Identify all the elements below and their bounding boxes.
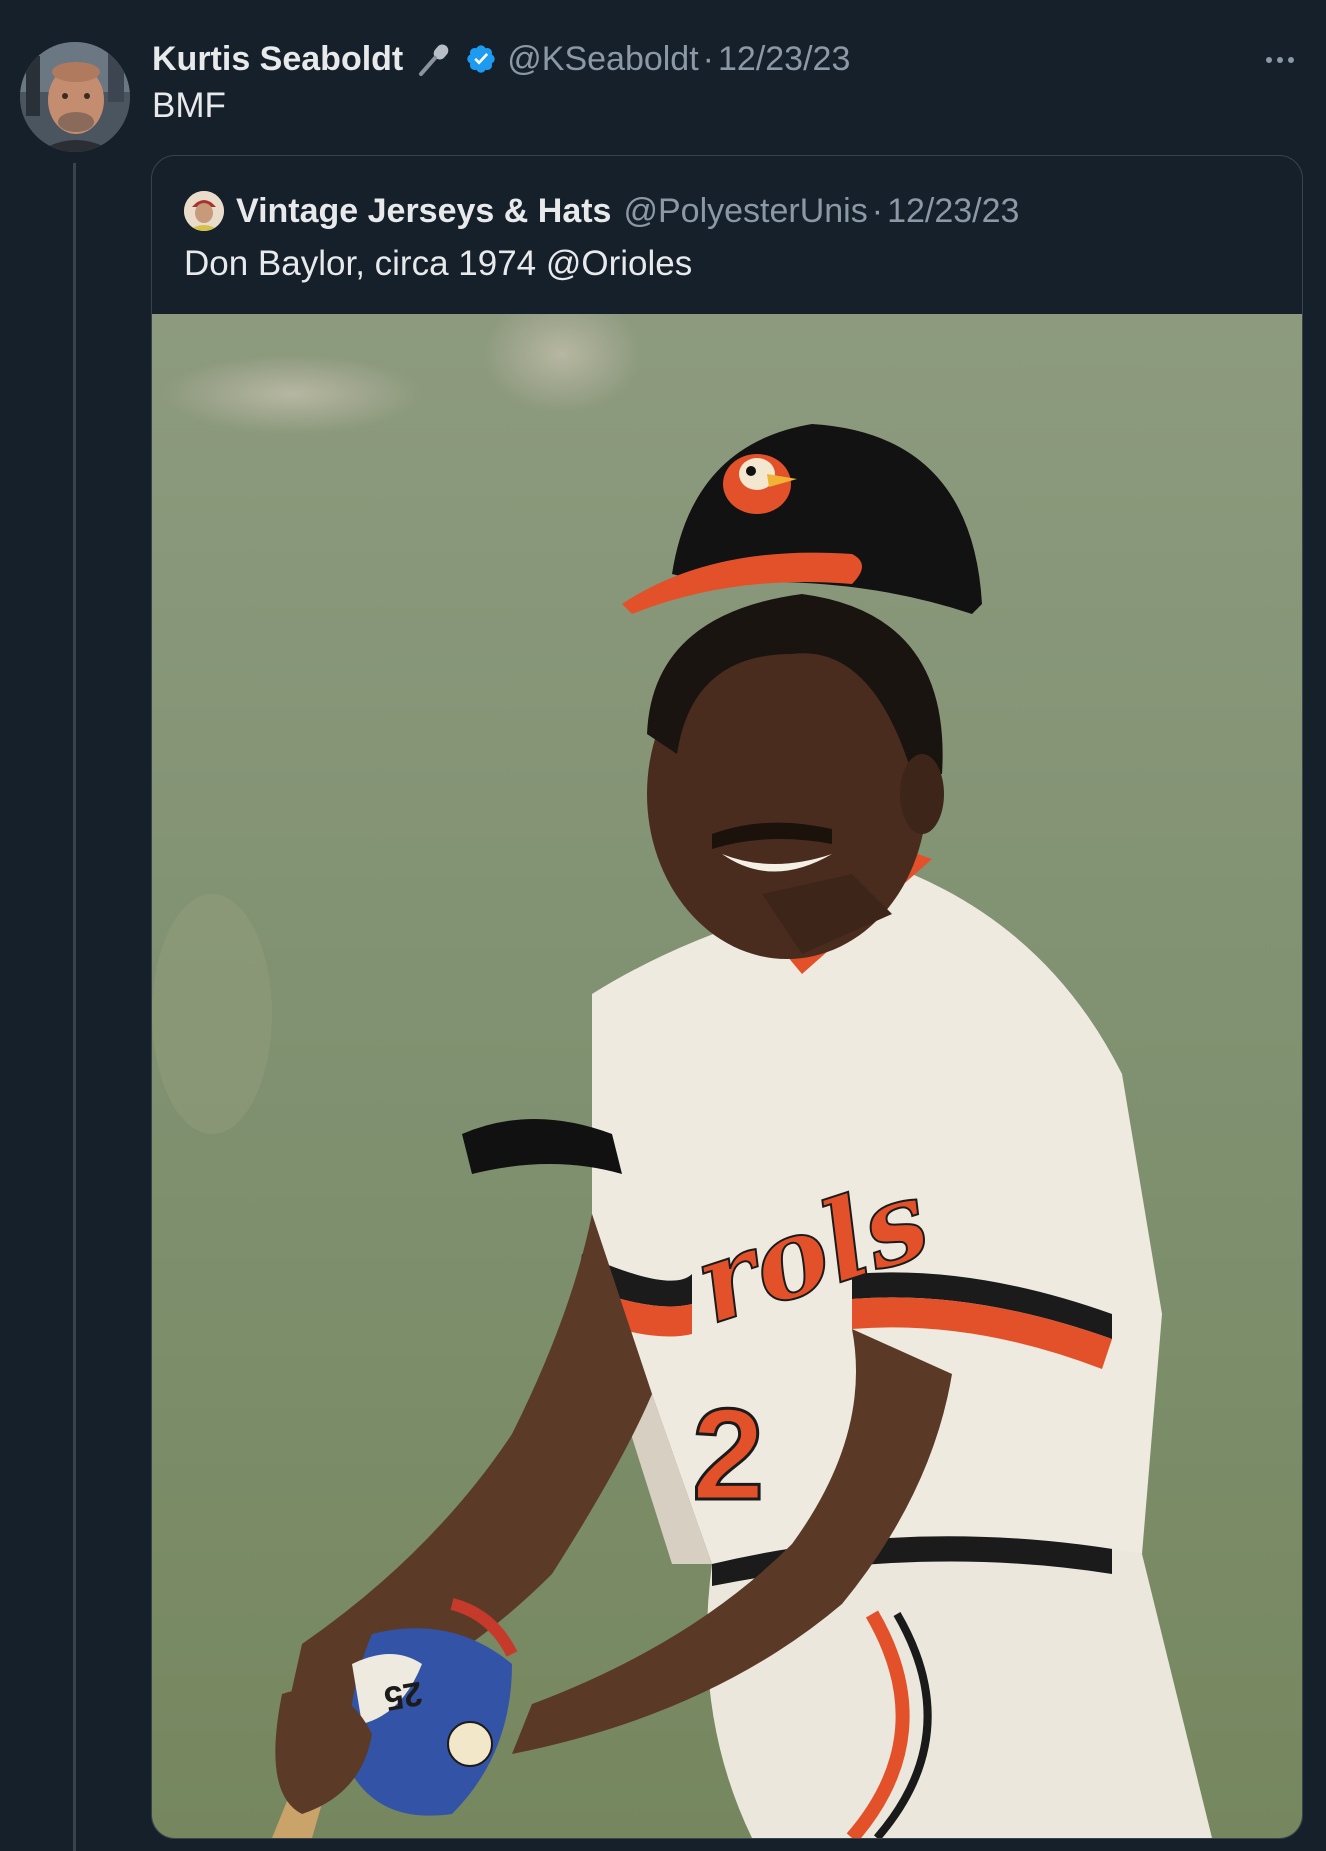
more-icon: [1266, 57, 1294, 63]
quoted-author-handle[interactable]: @PolyesterUnis: [623, 192, 867, 231]
author-avatar-image: [20, 42, 130, 152]
quoted-tweet-header: Vintage Jerseys & Hats @PolyesterUnis · …: [184, 186, 1019, 236]
author-handle[interactable]: @KSeaboldt: [507, 40, 698, 79]
author-avatar[interactable]: [20, 42, 130, 152]
glove-number: 25: [381, 1674, 425, 1718]
author-name[interactable]: Kurtis Seaboldt: [152, 40, 403, 79]
quoted-tweet-photo[interactable]: rols 2 25: [152, 314, 1302, 1838]
more-options-button[interactable]: [1260, 40, 1300, 80]
tweet-text: BMF: [152, 86, 226, 125]
quoted-author-name[interactable]: Vintage Jerseys & Hats: [236, 192, 611, 231]
quoted-author-avatar[interactable]: [184, 191, 224, 231]
quoted-author-avatar-image: [184, 191, 224, 231]
svg-text:2: 2: [692, 1381, 764, 1527]
microphone-icon: [415, 40, 453, 78]
thread-line: [73, 163, 76, 1851]
tweet-header: Kurtis Seaboldt @KSeaboldt · 12/23/23: [152, 34, 850, 84]
tweet-date[interactable]: 12/23/23: [718, 40, 850, 79]
quoted-tweet-text: Don Baylor, circa 1974 @Orioles: [184, 244, 693, 283]
verified-badge-icon[interactable]: [465, 43, 497, 75]
separator-dot: ·: [702, 39, 714, 78]
quoted-tweet-card[interactable]: Vintage Jerseys & Hats @PolyesterUnis · …: [151, 155, 1303, 1839]
baseball-player-photo: rols 2 25: [152, 314, 1302, 1838]
quoted-tweet-date[interactable]: 12/23/23: [887, 192, 1019, 231]
quoted-separator-dot: ·: [871, 191, 884, 230]
